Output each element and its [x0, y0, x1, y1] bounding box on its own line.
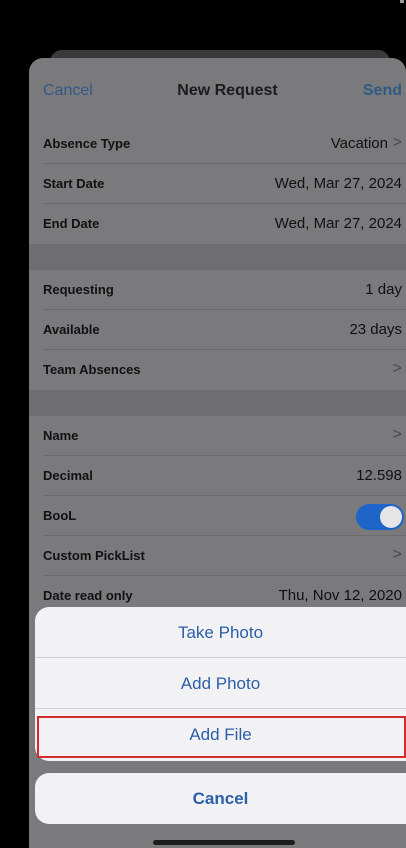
row-decimal[interactable]: Decimal 12.598 [29, 456, 406, 496]
row-start-date[interactable]: Start Date Wed, Mar 27, 2024 [29, 164, 406, 204]
end-date-value: Wed, Mar 27, 2024 [274, 215, 402, 232]
add-photo-button[interactable]: Add Photo [35, 658, 406, 709]
row-end-date[interactable]: End Date Wed, Mar 27, 2024 [29, 204, 406, 244]
add-file-highlight-box [37, 716, 406, 758]
name-label: Name [43, 428, 79, 443]
requesting-value: 1 day [365, 281, 402, 298]
decimal-value: 12.598 [356, 467, 402, 484]
screen: Cancel New Request Send Absence Type Vac… [0, 0, 406, 848]
available-label: Available [43, 322, 100, 337]
page-title: New Request [177, 82, 278, 99]
section-spacer [29, 390, 406, 416]
custom-picklist-label: Custom PickList [43, 548, 145, 563]
bool-label: BooL [43, 508, 77, 523]
bool-toggle[interactable] [356, 504, 404, 530]
nav-send-button[interactable]: Send [363, 82, 402, 100]
action-sheet-cancel-button[interactable]: Cancel [35, 773, 406, 824]
team-absences-label: Team Absences [43, 362, 141, 377]
navigation-bar: Cancel New Request Send [29, 58, 406, 124]
row-team-absences[interactable]: Team Absences > [29, 350, 406, 390]
chevron-right-icon: > [392, 134, 402, 151]
section-spacer [29, 244, 406, 270]
decimal-label: Decimal [43, 468, 93, 483]
home-indicator [153, 840, 295, 845]
start-date-value: Wed, Mar 27, 2024 [274, 175, 402, 192]
date-read-only-label: Date read only [43, 588, 133, 603]
row-name[interactable]: Name > [29, 416, 406, 456]
requesting-label: Requesting [43, 282, 114, 297]
absence-type-label: Absence Type [43, 136, 131, 151]
row-requesting: Requesting 1 day [29, 270, 406, 310]
take-photo-label: Take Photo [177, 623, 264, 642]
absence-type-value: Vacation [330, 135, 388, 152]
status-mark [400, 0, 404, 3]
chevron-right-icon: > [392, 426, 402, 443]
cancel-label: Cancel [192, 789, 249, 808]
row-absence-type[interactable]: Absence Type Vacation > [29, 124, 406, 164]
available-value: 23 days [349, 321, 402, 338]
row-bool: BooL [29, 496, 406, 536]
add-photo-label: Add Photo [180, 674, 261, 693]
start-date-label: Start Date [43, 176, 105, 191]
row-available: Available 23 days [29, 310, 406, 350]
date-read-only-value: Thu, Nov 12, 2020 [278, 587, 402, 604]
chevron-right-icon: > [392, 546, 402, 563]
row-custom-picklist[interactable]: Custom PickList > [29, 536, 406, 576]
chevron-right-icon: > [392, 360, 402, 377]
take-photo-button[interactable]: Take Photo [35, 607, 406, 658]
end-date-label: End Date [43, 216, 100, 231]
toggle-knob [380, 506, 402, 528]
